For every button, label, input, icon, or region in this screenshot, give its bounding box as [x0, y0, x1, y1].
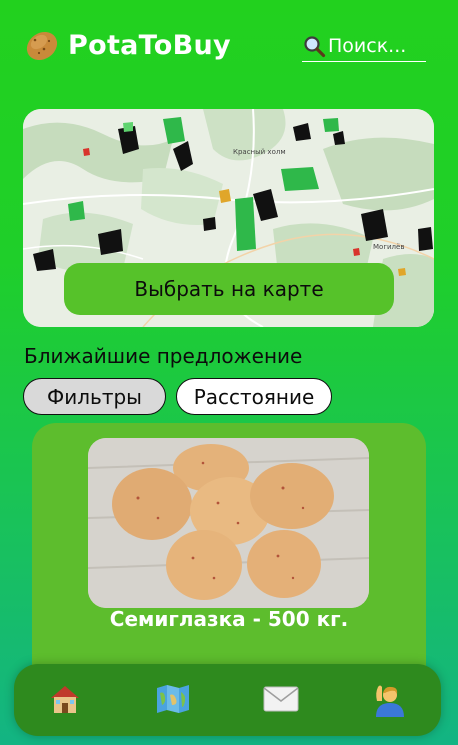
envelope-icon: [263, 686, 299, 712]
map-preview[interactable]: Красный холм Могилёв Выбрать на карте: [23, 109, 434, 327]
search-input[interactable]: [328, 34, 424, 57]
nav-profile[interactable]: [367, 678, 409, 720]
map-icon: [157, 685, 189, 713]
nav-map[interactable]: [152, 678, 194, 720]
person-raising-hand-icon: [376, 685, 404, 717]
choose-on-map-button[interactable]: Выбрать на карте: [64, 263, 394, 315]
offer-card[interactable]: Семиглазка - 500 кг.: [32, 423, 426, 703]
app-title[interactable]: PotaToBuy: [68, 30, 231, 61]
offer-title[interactable]: Семиглазка - 500 кг.: [32, 607, 426, 631]
nav-messages[interactable]: [260, 678, 302, 720]
filters-chip[interactable]: Фильтры: [23, 378, 166, 415]
distance-chip[interactable]: Расстояние: [176, 378, 332, 415]
house-icon: [51, 686, 79, 713]
potato-icon[interactable]: [22, 26, 62, 64]
app-header: PotaToBuy: [0, 0, 458, 90]
map-place-label: Могилёв: [373, 243, 404, 251]
map-place-label: Красный холм: [233, 148, 286, 156]
magnifier-icon[interactable]: [302, 34, 326, 58]
potatoes-photo: [88, 438, 369, 608]
nav-home[interactable]: [44, 678, 86, 720]
bottom-navigation: [14, 664, 441, 736]
nearest-offers-title: Ближайшие предложение: [24, 344, 303, 368]
search-box[interactable]: [302, 30, 426, 62]
